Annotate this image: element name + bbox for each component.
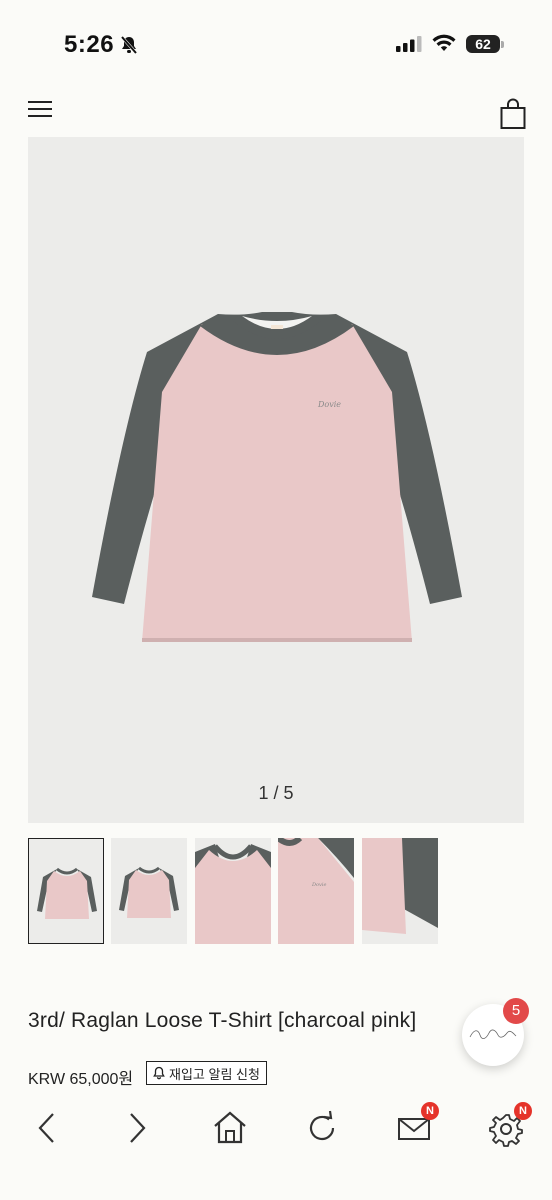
home-icon[interactable] <box>212 1108 248 1153</box>
restock-alert-button[interactable]: 재입고 알림 신청 <box>146 1061 267 1085</box>
brand-logo-icon <box>468 1027 518 1043</box>
bell-muted-icon <box>119 35 139 60</box>
shopping-bag-icon[interactable] <box>500 98 526 135</box>
settings-gear-icon[interactable]: N <box>488 1102 532 1153</box>
thumbnail-5[interactable] <box>362 838 438 944</box>
refresh-icon[interactable] <box>304 1108 340 1153</box>
product-price: KRW 65,000원 <box>28 1071 134 1088</box>
back-arrow-icon[interactable] <box>36 1108 56 1153</box>
floating-brand-button[interactable]: 5 <box>462 998 529 1066</box>
notification-count-badge: 5 <box>503 998 529 1024</box>
thumbnail-strip: Dovie <box>28 838 524 944</box>
bell-icon <box>153 1066 165 1080</box>
product-image-tshirt: Dovie <box>92 312 462 642</box>
battery-tip <box>501 41 504 48</box>
svg-text:Dovie: Dovie <box>317 400 341 409</box>
status-bar: 5:26 62 <box>0 0 552 92</box>
forward-arrow-icon[interactable] <box>128 1108 148 1153</box>
wifi-icon <box>432 34 456 57</box>
mail-icon[interactable]: N <box>397 1102 439 1153</box>
mail-new-badge: N <box>421 1102 439 1120</box>
product-image-gallery[interactable]: Dovie 1 / 5 <box>28 137 524 823</box>
cellular-signal-icon <box>396 36 422 57</box>
status-time: 5:26 <box>64 31 115 58</box>
thumbnail-4[interactable]: Dovie <box>278 838 354 944</box>
bottom-toolbar: N N <box>0 1100 552 1158</box>
svg-text:Dovie: Dovie <box>311 882 326 888</box>
product-title: 3rd/ Raglan Loose T-Shirt [charcoal pink… <box>28 1009 417 1032</box>
thumbnail-2[interactable] <box>111 838 187 944</box>
settings-new-badge: N <box>514 1102 532 1120</box>
thumbnail-3[interactable] <box>195 838 271 944</box>
thumbnail-1[interactable] <box>28 838 104 944</box>
hamburger-menu-icon[interactable] <box>28 99 52 119</box>
battery-indicator: 62 <box>466 35 500 53</box>
restock-alert-label: 재입고 알림 신청 <box>169 1066 260 1082</box>
image-counter: 1 / 5 <box>258 783 294 803</box>
